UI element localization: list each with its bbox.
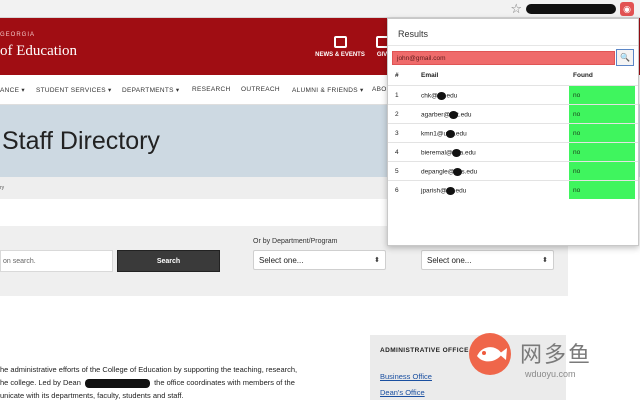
redacted-name bbox=[85, 378, 150, 388]
row-email: bieremal@ a.edu bbox=[421, 149, 476, 157]
intro-line-2: he college. Led by Dean the office coord… bbox=[0, 378, 295, 388]
news-events-link[interactable]: NEWS & EVENTS bbox=[313, 36, 367, 58]
row-found-status: no bbox=[569, 181, 635, 199]
email-query-input[interactable]: john@gmail.com bbox=[392, 51, 615, 65]
program-select-value: Select one... bbox=[427, 256, 472, 265]
nav-item-about[interactable]: ABO bbox=[372, 86, 387, 93]
table-row: 5 depangle@ s.edu no bbox=[388, 161, 638, 180]
row-index: 2 bbox=[395, 111, 399, 118]
department-select[interactable]: Select one... ⬍ bbox=[253, 250, 386, 270]
nav-item-student-services[interactable]: STUDENT SERVICES ▾ bbox=[36, 86, 112, 94]
admin-offices-title: ADMINISTRATIVE OFFICE bbox=[380, 347, 469, 354]
watermark-url: wduoyu.com bbox=[525, 369, 576, 379]
row-index: 4 bbox=[395, 149, 399, 156]
calendar-icon bbox=[333, 36, 347, 48]
table-row: 4 bieremal@ a.edu no bbox=[388, 142, 638, 161]
updown-caret-icon: ⬍ bbox=[542, 257, 548, 264]
row-email: jparish@ .edu bbox=[421, 187, 467, 195]
intro-line-3: unicate with its departments, faculty, s… bbox=[0, 391, 184, 400]
fish-logo-icon bbox=[469, 333, 511, 375]
department-label: Or by Department/Program bbox=[253, 238, 338, 245]
watermark: 网多鱼 wduoyu.com bbox=[462, 330, 640, 400]
row-index: 1 bbox=[395, 92, 399, 99]
popup-divider bbox=[388, 45, 638, 46]
table-row: 6 jparish@ .edu no bbox=[388, 180, 638, 199]
row-index: 6 bbox=[395, 187, 399, 194]
extension-icon[interactable]: ◉ bbox=[620, 2, 634, 16]
nav-item-outreach[interactable]: OUTREACH bbox=[241, 86, 280, 93]
popup-title: Results bbox=[398, 29, 429, 39]
brand-top-text: GEORGIA bbox=[0, 32, 36, 38]
table-row: 3 kmn1@u .edu no bbox=[388, 123, 638, 142]
page-title: Staff Directory bbox=[2, 127, 160, 155]
row-found-status: no bbox=[569, 162, 635, 180]
search-icon: 🔍 bbox=[620, 53, 630, 62]
row-found-status: no bbox=[569, 143, 635, 161]
row-index: 5 bbox=[395, 168, 399, 175]
name-search-input[interactable]: on search. bbox=[0, 250, 113, 272]
column-header-email: Email bbox=[421, 72, 439, 79]
business-office-link[interactable]: Business Office bbox=[380, 372, 432, 381]
watermark-text: 网多鱼 bbox=[520, 342, 593, 367]
updown-caret-icon: ⬍ bbox=[374, 257, 380, 264]
popup-search-button[interactable]: 🔍 bbox=[616, 49, 634, 66]
deans-office-link[interactable]: Dean's Office bbox=[380, 388, 425, 397]
row-found-status: no bbox=[569, 124, 635, 142]
table-row: 2 agarber@ t.edu no bbox=[388, 104, 638, 123]
row-index: 3 bbox=[395, 130, 399, 137]
row-email: kmn1@u .edu bbox=[421, 130, 467, 138]
nav-item-alumni-friends[interactable]: ALUMNI & FRIENDS ▾ bbox=[292, 86, 364, 94]
row-found-status: no bbox=[569, 105, 635, 123]
search-button[interactable]: Search bbox=[117, 250, 220, 272]
row-email: chk@ .edu bbox=[421, 92, 458, 100]
column-header-found: Found bbox=[573, 72, 593, 79]
table-row: 1 chk@ .edu no bbox=[388, 85, 638, 104]
news-events-label: NEWS & EVENTS bbox=[315, 52, 365, 58]
column-header-index: # bbox=[395, 72, 399, 79]
intro-line-1: he administrative efforts of the College… bbox=[0, 365, 298, 374]
results-popup: Results john@gmail.com 🔍 # Email Found 1… bbox=[387, 18, 639, 246]
breadcrumb-item[interactable]: ry bbox=[0, 185, 4, 191]
redacted-profile bbox=[526, 4, 616, 14]
nav-item-ance[interactable]: ANCE ▾ bbox=[0, 86, 25, 94]
row-email: agarber@ t.edu bbox=[421, 111, 472, 119]
row-found-status: no bbox=[569, 86, 635, 104]
brand-logo-text[interactable]: of Education bbox=[0, 43, 77, 60]
nav-item-research[interactable]: RESEARCH bbox=[192, 86, 231, 93]
give-label: GIV bbox=[376, 52, 388, 58]
department-select-value: Select one... bbox=[259, 256, 304, 265]
nav-item-departments[interactable]: DEPARTMENTS ▾ bbox=[122, 86, 180, 94]
browser-toolbar: ☆ ◉ bbox=[0, 0, 640, 18]
bookmark-star-icon[interactable]: ☆ bbox=[510, 1, 522, 17]
row-email: depangle@ s.edu bbox=[421, 168, 478, 176]
intro-paragraph: he administrative efforts of the College… bbox=[0, 363, 360, 400]
program-select[interactable]: Select one... ⬍ bbox=[421, 250, 554, 270]
